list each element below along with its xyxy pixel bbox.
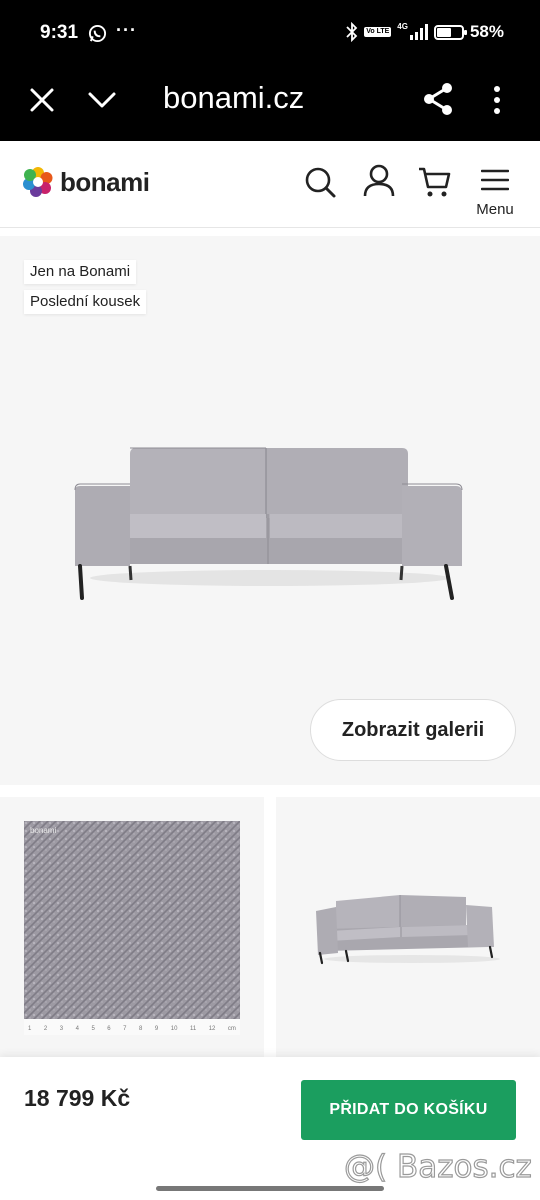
- purchase-bar: 18 799 Kč PŘIDAT DO KOŠÍKU @( Bazos.cz: [0, 1057, 540, 1200]
- bluetooth-icon: [346, 22, 358, 42]
- sofa-image[interactable]: [70, 436, 470, 606]
- network-type: 4G: [397, 21, 408, 31]
- thumbnail-row: bonami 1 2 3 4 5 6 7 8 9 10 11 12 cm: [0, 797, 540, 1057]
- sofa-angle-image: [316, 895, 500, 965]
- ruler-label: 3: [59, 1026, 64, 1032]
- site-header: bonami Menu: [0, 141, 540, 228]
- thumbnail-sofa-angle[interactable]: [276, 797, 540, 1057]
- show-gallery-button[interactable]: Zobrazit galerii: [310, 699, 516, 761]
- ruler-label: 11: [189, 1026, 197, 1032]
- home-indicator[interactable]: [156, 1186, 384, 1191]
- battery-percentage: 58%: [469, 22, 504, 41]
- thumbnail-fabric[interactable]: bonami 1 2 3 4 5 6 7 8 9 10 11 12 cm: [0, 797, 264, 1057]
- ruler-label: 10: [170, 1026, 178, 1032]
- ruler-label: cm: [227, 1026, 236, 1032]
- logo-text: bonami: [60, 166, 150, 197]
- volte-icon: Vo LTE: [364, 27, 392, 37]
- status-icons: Vo LTE 4G 58%: [346, 22, 504, 42]
- ruler-label: 7: [123, 1026, 127, 1032]
- menu-label: Menu: [476, 201, 514, 218]
- fabric-swatch-image: [24, 821, 240, 1035]
- signal-icon: [409, 24, 428, 40]
- browser-toolbar: bonami.cz: [0, 66, 540, 141]
- user-icon[interactable]: [362, 163, 396, 197]
- hamburger-icon: [481, 169, 509, 191]
- product-hero[interactable]: Jen na Bonami Poslední kousek Zobrazit g…: [0, 236, 540, 785]
- search-icon[interactable]: [303, 165, 337, 199]
- status-bar: 9:31 ··· Vo LTE 4G 58%: [0, 0, 540, 66]
- battery-fill: [436, 27, 451, 37]
- ruler-label: 5: [91, 1026, 95, 1032]
- chevron-down-icon[interactable]: [86, 88, 118, 112]
- battery-icon: [433, 24, 467, 40]
- ruler-label: 12: [208, 1026, 216, 1032]
- ruler-label: 4: [75, 1026, 79, 1032]
- badge-exclusive: Jen na Bonami: [24, 260, 137, 284]
- close-icon[interactable]: [28, 86, 56, 114]
- ruler-label: 9: [154, 1026, 159, 1032]
- ruler-label: 8: [139, 1026, 143, 1032]
- ruler-label: 1: [28, 1026, 32, 1032]
- cart-icon[interactable]: [418, 165, 452, 199]
- bonami-flower-icon: [23, 167, 53, 197]
- ruler-label: 6: [107, 1026, 111, 1032]
- fabric-watermark-logo: bonami: [30, 826, 57, 835]
- add-to-cart-button[interactable]: PŘIDAT DO KOŠÍKU: [301, 1080, 516, 1140]
- more-vert-icon[interactable]: [490, 84, 504, 116]
- ruler-label: 2: [43, 1026, 48, 1032]
- status-time: 9:31: [40, 22, 79, 43]
- badge-last-piece: Poslední kousek: [24, 290, 147, 314]
- measurement-ruler: 1 2 3 4 5 6 7 8 9 10 11 12 cm: [24, 1019, 240, 1035]
- status-more-indicator: ···: [116, 20, 137, 40]
- bazos-watermark: @( Bazos.cz: [343, 1148, 532, 1185]
- share-icon[interactable]: [422, 82, 454, 116]
- product-price: 18 799 Kč: [24, 1085, 131, 1111]
- bonami-logo[interactable]: bonami: [22, 166, 150, 198]
- menu-button[interactable]: Menu: [472, 169, 518, 218]
- whatsapp-icon: [88, 24, 107, 43]
- url-bar[interactable]: bonami.cz: [163, 80, 304, 116]
